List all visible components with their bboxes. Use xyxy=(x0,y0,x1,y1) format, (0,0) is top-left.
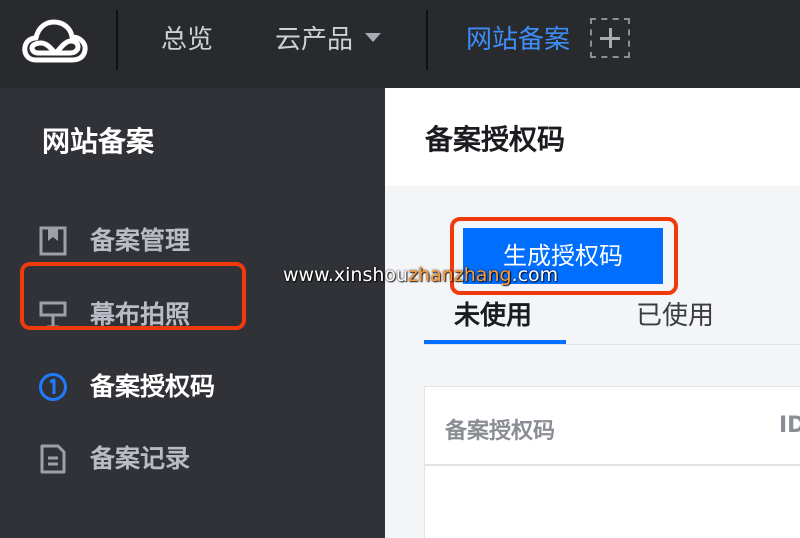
watermark: www.xinshouzhanzhang.com xyxy=(283,264,558,286)
sidebar-item-label: 备案授权码 xyxy=(90,372,216,401)
column-header-id: ID xyxy=(779,413,800,438)
sidebar-item-label: 备案管理 xyxy=(90,226,191,255)
plus-icon[interactable] xyxy=(590,18,630,58)
watermark-prefix: www.xinshou xyxy=(283,264,409,286)
tabs-divider xyxy=(424,344,800,345)
bookmark-icon xyxy=(39,226,67,256)
page-header: 备案授权码 xyxy=(385,88,800,186)
auth-code-table: 备案授权码 ID xyxy=(424,386,800,538)
chevron-down-icon xyxy=(365,33,382,42)
page-title: 备案授权码 xyxy=(425,123,566,156)
sidebar-item-auth-code[interactable]: 备案授权码 xyxy=(38,362,338,412)
watermark-suffix: .com xyxy=(511,264,559,286)
column-header-auth-code: 备案授权码 xyxy=(445,419,556,444)
step-one-icon xyxy=(39,373,67,401)
nav-divider xyxy=(116,10,118,70)
sidebar-title: 网站备案 xyxy=(42,125,155,158)
sidebar-item-filing-records[interactable]: 备案记录 xyxy=(38,434,338,484)
top-navbar: 总览 云产品 网站备案 xyxy=(0,0,800,88)
sidebar-item-filing-management[interactable]: 备案管理 xyxy=(38,216,338,266)
nav-divider xyxy=(426,10,428,70)
nav-overview[interactable]: 总览 xyxy=(161,22,213,58)
tab-used[interactable]: 已使用 xyxy=(636,296,714,336)
cloud-logo-icon[interactable] xyxy=(22,16,88,68)
watermark-accent: zhanzhang xyxy=(408,264,512,286)
document-icon xyxy=(40,444,66,474)
sidebar-item-label: 备案记录 xyxy=(90,444,191,473)
tab-unused[interactable]: 未使用 xyxy=(454,296,532,336)
nav-cloud-products[interactable]: 云产品 xyxy=(275,22,382,58)
table-divider xyxy=(425,464,800,466)
nav-cloud-products-label: 云产品 xyxy=(275,25,354,55)
active-tab-indicator xyxy=(424,340,566,344)
highlight-annotation xyxy=(20,262,246,330)
nav-icp-filing[interactable]: 网站备案 xyxy=(466,22,570,58)
